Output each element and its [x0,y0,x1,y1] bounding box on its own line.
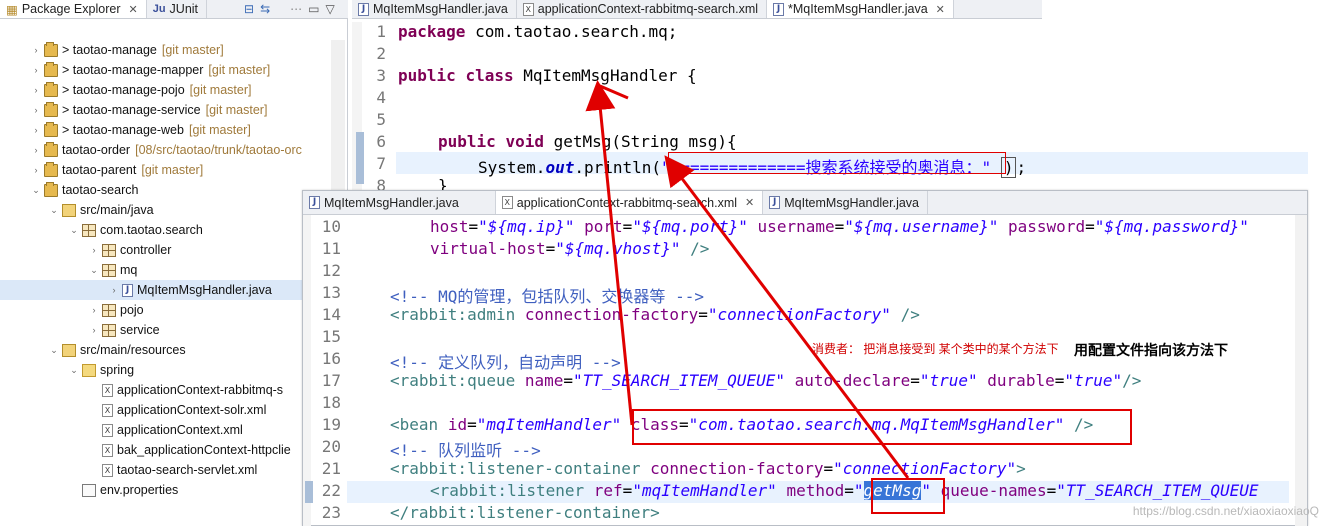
arrow-head-extra [599,84,629,100]
annotation-arrows [585,80,910,479]
arrow-to-class [585,80,634,426]
watermark: https://blog.csdn.net/xiaoxiaoxiaoQ [1132,504,1319,518]
arrow-to-method [664,155,910,479]
